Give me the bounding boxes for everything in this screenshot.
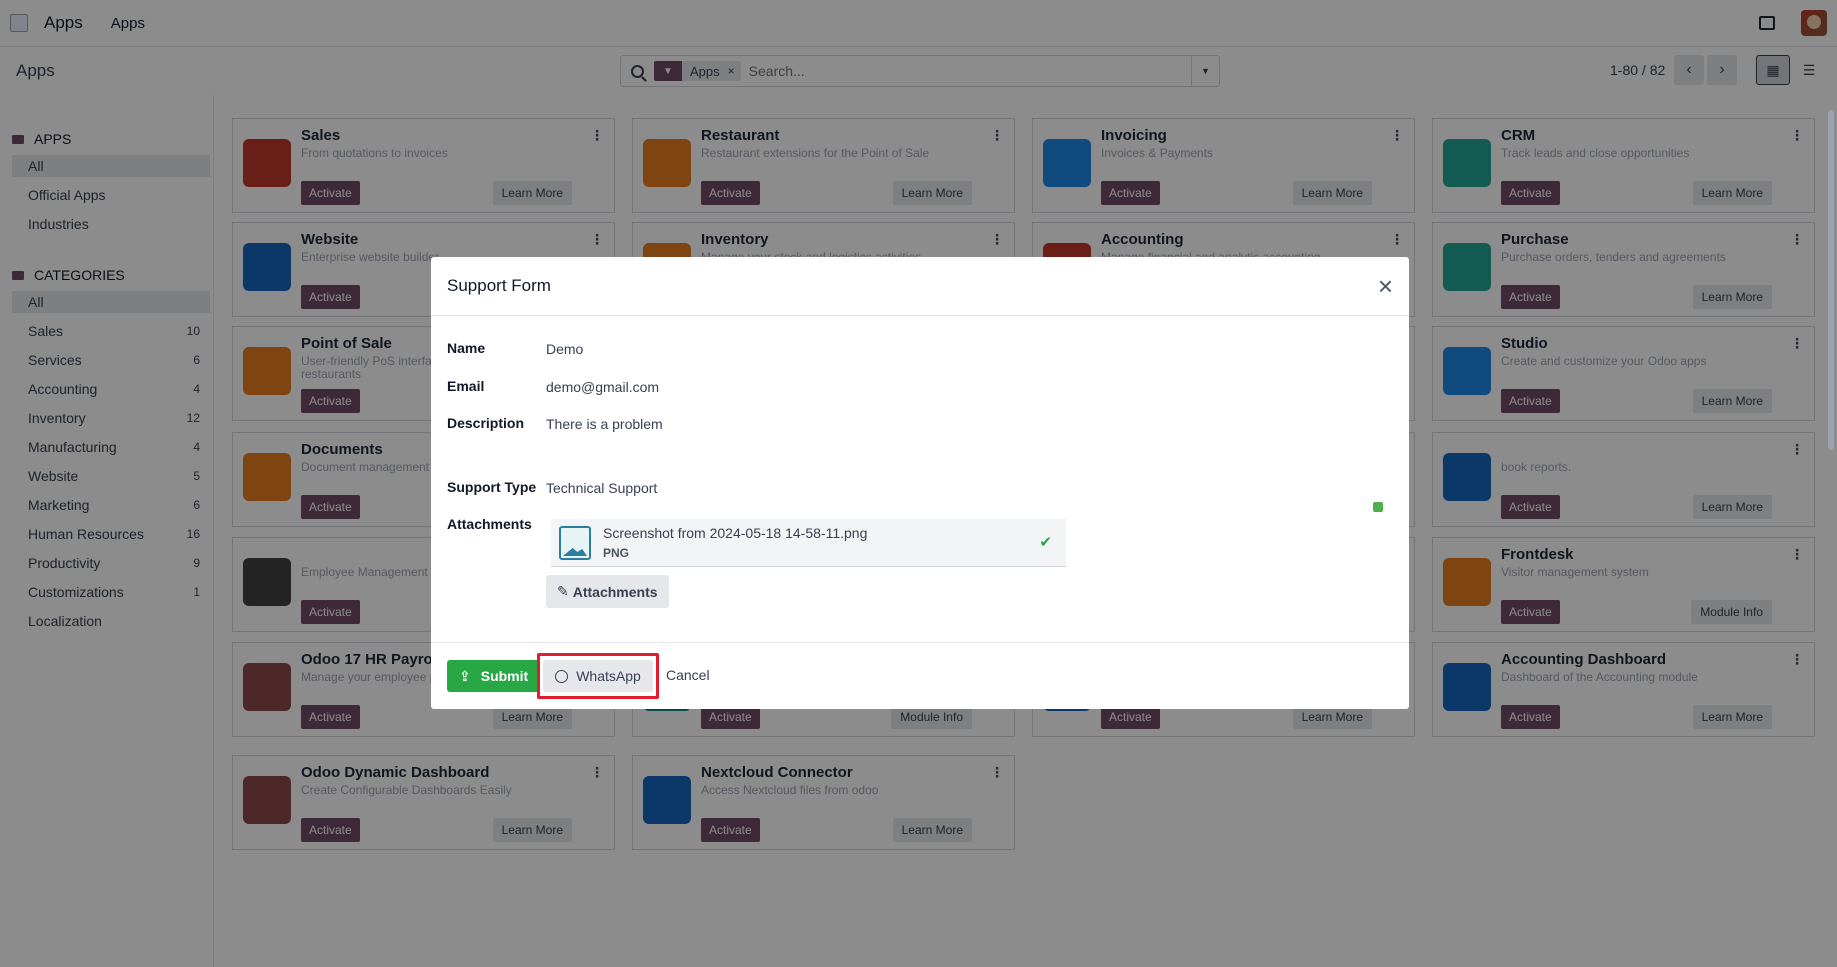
attachment-item[interactable]: Screenshot from 2024-05-18 14-58-11.png … [551,519,1066,567]
image-file-icon [559,526,591,560]
scrollbar[interactable] [1828,110,1834,450]
dialog-title: Support Form [447,276,551,295]
status-indicator-icon [1373,502,1383,512]
support-form-dialog: Support Form × Name Demo Email demo@gmai… [431,257,1409,709]
submit-label: Submit [480,668,529,684]
submit-button[interactable]: ⇪ Submit [447,660,541,692]
attachments-label: Attachments [447,516,532,532]
whatsapp-button[interactable]: WhatsApp [543,660,653,692]
attachment-name: Screenshot from 2024-05-18 14-58-11.png [603,525,868,541]
check-icon: ✔ [1039,534,1052,551]
whatsapp-icon [555,669,569,683]
email-label: Email [447,378,485,394]
email-field[interactable]: demo@gmail.com [546,379,659,395]
dialog-body: Name Demo Email demo@gmail.com Descripti… [431,316,1409,641]
cancel-button[interactable]: Cancel [666,667,710,683]
add-attachment-button[interactable]: ✎ Attachments [546,575,669,608]
attachment-type: PNG [603,546,630,560]
description-label: Description [447,415,525,431]
whatsapp-label: WhatsApp [576,668,641,684]
name-label: Name [447,340,486,356]
upload-icon: ⇪ [459,667,471,684]
dialog-header: Support Form × [431,257,1409,316]
dialog-footer: ⇪ Submit WhatsApp Cancel [431,642,1409,709]
attach-button-label: Attachments [572,583,658,600]
paperclip-icon: ✎ [557,583,569,599]
description-field[interactable]: There is a problem [546,416,663,432]
support-type-field[interactable]: Technical Support [546,480,657,496]
support-type-label: Support Type [447,479,537,495]
close-icon[interactable]: × [1378,273,1393,299]
name-field[interactable]: Demo [546,341,583,357]
